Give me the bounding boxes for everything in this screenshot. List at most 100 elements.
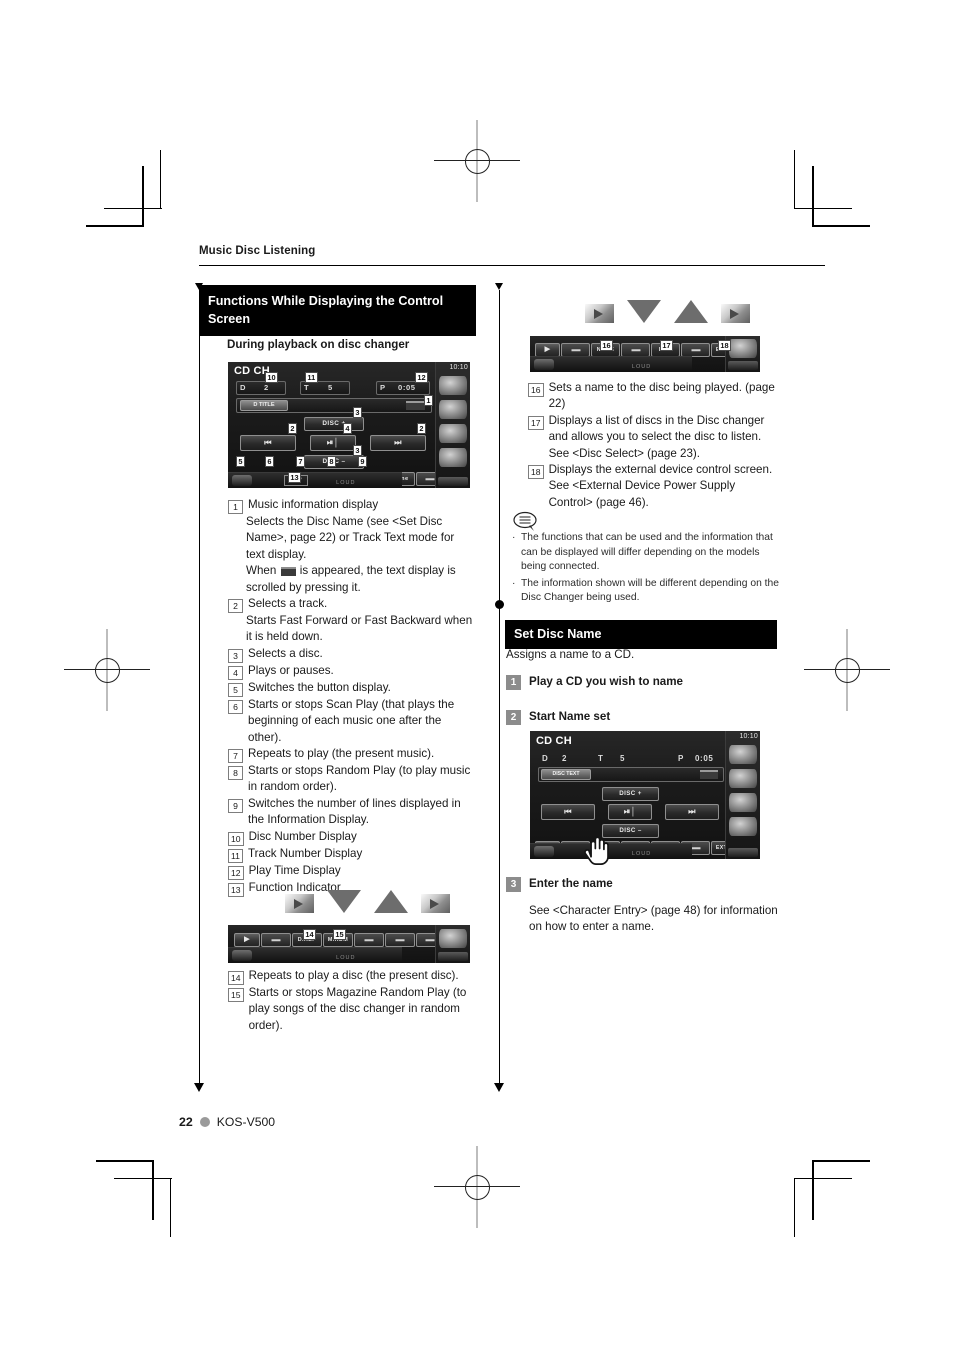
clock-display-4: 10:10 [739, 733, 758, 740]
empty-button-3a[interactable] [561, 343, 590, 357]
ref-text: Repeats to play (the present music). [248, 747, 435, 761]
device-screen-buttonbar-2[interactable]: ▶ D.REP M.RDM LOUD [228, 925, 470, 963]
source-icon-3a[interactable] [729, 339, 757, 358]
source-icon-4b[interactable] [729, 769, 757, 788]
ref-text: Music information display [248, 498, 379, 511]
note-text: The functions that can be used and the i… [521, 532, 773, 573]
ref-text: Sets a name to the disc being played. (p… [548, 381, 775, 411]
play-label: P [380, 383, 386, 392]
disc-down-button-4[interactable]: DISC – [602, 824, 659, 838]
volume-down-knob-2[interactable] [232, 950, 252, 961]
track-next-button[interactable]: ⏭ [370, 435, 426, 451]
scroll-icon-4[interactable] [700, 770, 718, 779]
disc-up-button-4[interactable]: DISC + [602, 787, 659, 801]
ref-number: 15 [228, 988, 244, 1002]
callout-10: 10 [265, 372, 279, 384]
device-sidebar: 10:10 [435, 362, 470, 488]
ref-text: Selects the Disc Name (see <Set Disc Nam… [246, 515, 455, 561]
step-3-body: See <Character Entry> (page 48) for info… [529, 904, 778, 934]
device-sidebar-4: 10:10 [725, 731, 760, 859]
volume-up-knob[interactable] [438, 477, 468, 486]
volume-down-knob-4[interactable] [534, 846, 554, 857]
right-column-rule-arrow [494, 1083, 504, 1092]
callout-2b: 2 [417, 423, 426, 435]
empty-button-3b[interactable] [621, 343, 650, 357]
callout-8: 8 [327, 456, 336, 468]
scroll-glyph-icon [280, 566, 296, 576]
device-screen-name-set[interactable]: CD CH D 2 T 5 P 0:05 DISC TEXT DISC + DI… [530, 731, 760, 859]
scroll-icon[interactable] [406, 401, 425, 410]
ref-number-blank [228, 517, 241, 519]
callout-18: 18 [718, 340, 732, 352]
list-item: 7 Repeats to play (the present music). [228, 746, 476, 764]
source-icon-3[interactable] [439, 424, 467, 443]
track-previous-button-4[interactable]: ⏮ [541, 804, 595, 820]
list-item: Selects the Disc Name (see <Set Disc Nam… [228, 514, 476, 563]
callout-3b: 3 [353, 445, 362, 457]
source-icon-2[interactable] [439, 400, 467, 419]
device-screen-body: CD CH D 2 T 5 P 0:05 D TITLE DISC + DISC… [228, 362, 444, 488]
manual-page: Music Disc Listening Functions While Dis… [0, 0, 954, 1350]
header-rule [199, 265, 825, 267]
crop-mark-bl-h2 [114, 1178, 172, 1180]
crop-mark-tr-v [812, 166, 814, 226]
callout-7: 7 [296, 456, 305, 468]
empty-button-2a[interactable] [261, 933, 291, 947]
reference-list-right: 16 Sets a name to the disc being played.… [528, 380, 778, 511]
source-icon-4[interactable] [439, 448, 467, 467]
step-label: Play a CD you wish to name [529, 675, 683, 688]
volume-up-knob-2[interactable] [438, 952, 468, 961]
list-item: 10 Disc Number Display [228, 829, 476, 846]
gradient-right-arrow-icon-right [585, 304, 614, 323]
ref-number: 4 [228, 665, 243, 680]
volume-down-knob-3[interactable] [534, 359, 554, 370]
empty-button-2b[interactable] [354, 933, 384, 947]
device-title-4: CD CH [536, 735, 572, 747]
source-icon-4c[interactable] [729, 793, 757, 812]
text-mode-tag[interactable]: D TITLE [240, 400, 288, 411]
ref-number: 18 [528, 465, 544, 480]
callout-2a: 2 [288, 423, 297, 435]
source-icon-4a[interactable] [729, 745, 757, 764]
ref-number: 1 [228, 500, 243, 514]
right-column-rule-dot [495, 600, 504, 609]
ref-text: Plays or pauses. [248, 663, 334, 677]
list-item: 5 Switches the button display. [228, 680, 476, 697]
track-value: 5 [328, 383, 333, 392]
track-previous-button[interactable]: ⏮ [240, 435, 296, 451]
volume-up-knob-4[interactable] [728, 848, 758, 857]
empty-button-3c[interactable] [681, 343, 710, 357]
step-number: 3 [506, 877, 521, 892]
ref-text: Disc Number Display [248, 829, 357, 843]
play-pause-button-4[interactable]: ⏯│ [608, 804, 652, 820]
callout-17: 17 [660, 340, 674, 352]
callout-11: 11 [305, 372, 318, 384]
crop-mark-bl-h [96, 1160, 154, 1162]
switch-button-display-3[interactable]: ▶ [535, 343, 560, 357]
ref-number: 12 [228, 865, 244, 880]
source-icon-1[interactable] [439, 376, 467, 395]
registration-mark-bottom [434, 1146, 520, 1228]
list-item: 9 Switches the number of lines displayed… [228, 796, 476, 829]
step-2: 2 Start Name set [506, 710, 776, 725]
ref-number: 7 [228, 749, 243, 764]
triangle-up-icon-left [374, 890, 408, 913]
play-pause-button[interactable]: ⏯│ [310, 435, 356, 451]
ref-number: 3 [228, 648, 243, 663]
volume-up-knob-3[interactable] [728, 361, 758, 370]
left-column-rule [198, 290, 200, 1083]
crop-mark-tl-h [86, 225, 144, 227]
track-next-button-4[interactable]: ⏭ [665, 804, 719, 820]
disc-text-tag[interactable]: DISC TEXT [541, 769, 591, 780]
list-item: 15 Starts or stops Magazine Random Play … [228, 985, 476, 1034]
loudness-indicator-2: LOUD [336, 955, 356, 961]
source-icon-4d[interactable] [729, 817, 757, 836]
arrow-icon-row-left [285, 890, 450, 913]
triangle-up-icon-right [674, 300, 708, 323]
triangle-down-icon-right [627, 300, 661, 323]
volume-down-knob[interactable] [232, 475, 252, 486]
disc-up-button[interactable]: DISC + [304, 417, 364, 431]
source-icon-2a[interactable] [439, 929, 467, 948]
switch-button-display-2[interactable]: ▶ [234, 933, 260, 947]
empty-button-2c[interactable] [385, 933, 415, 947]
